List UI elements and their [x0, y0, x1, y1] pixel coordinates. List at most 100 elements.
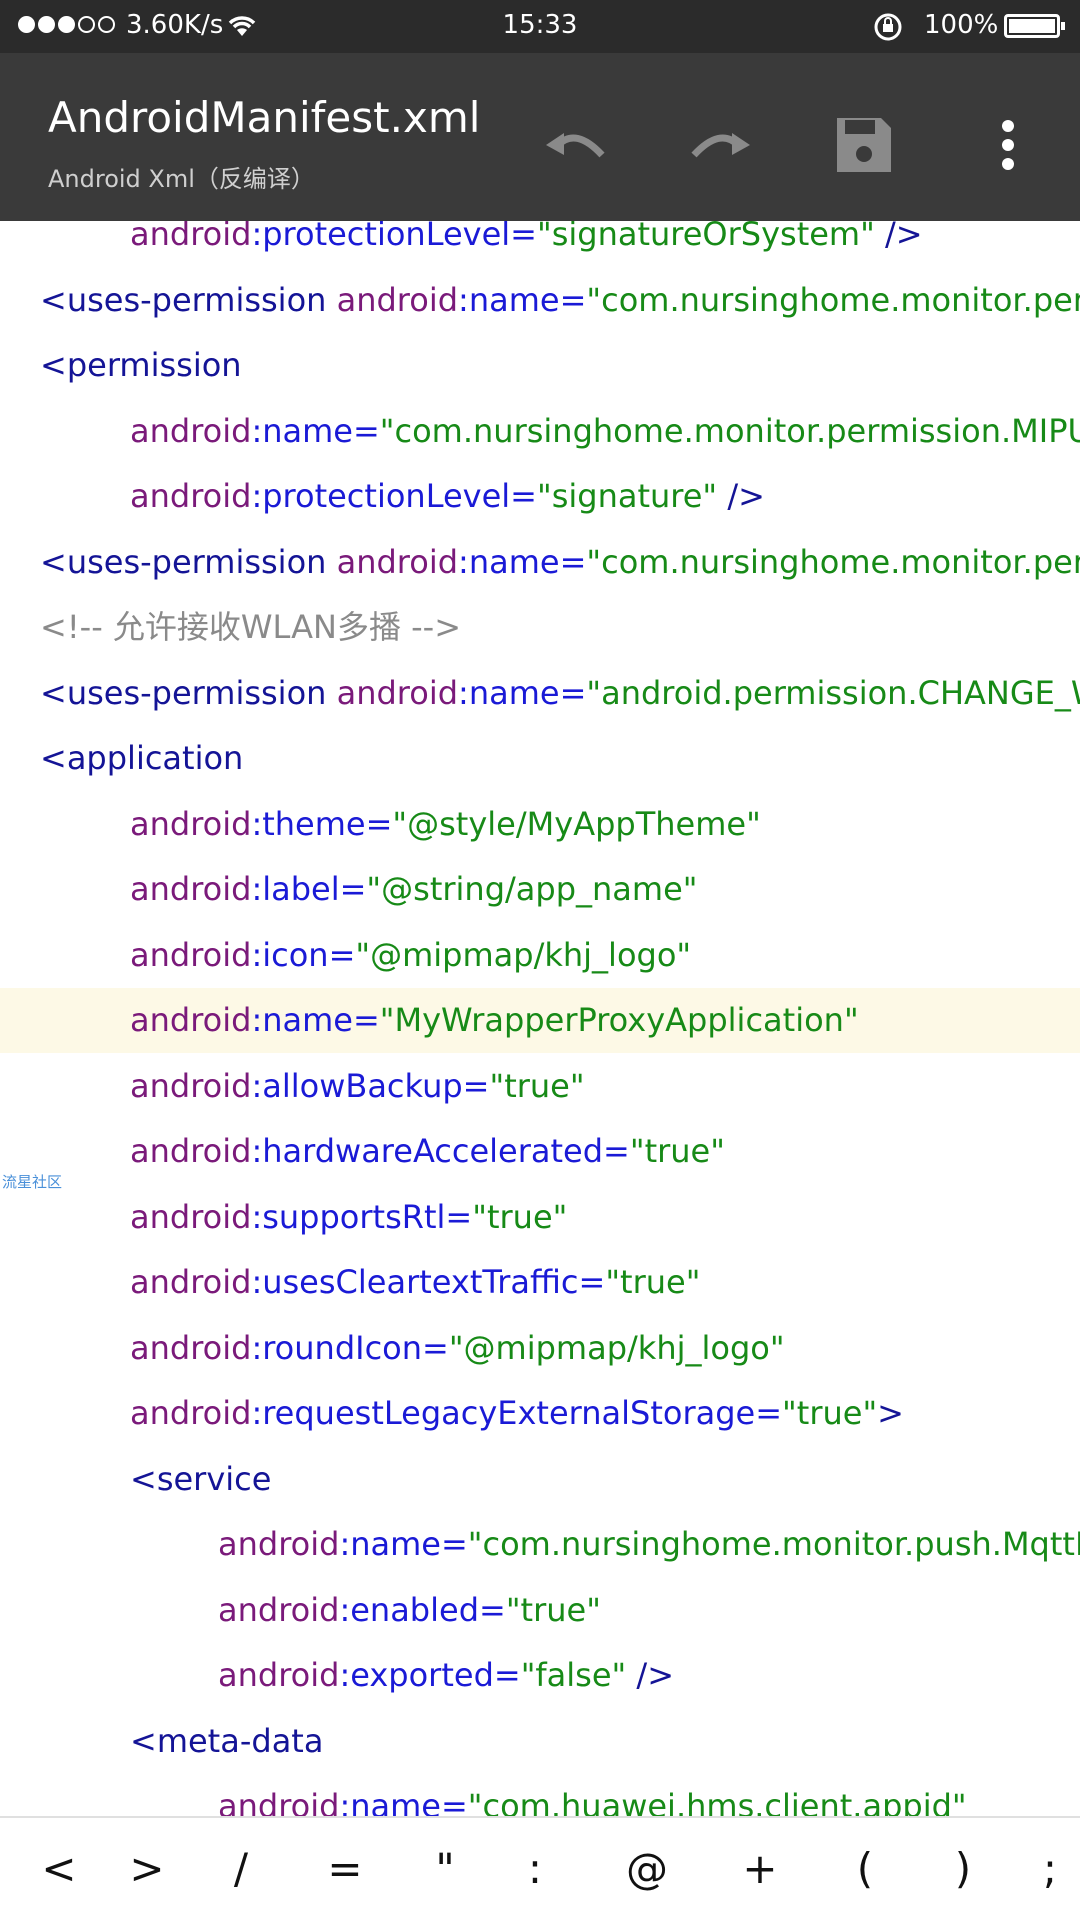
code-line[interactable]: android:name="com.nursinghome.monitor.pu…	[0, 1512, 1080, 1577]
redo-button[interactable]	[680, 105, 760, 185]
code-line[interactable]: android:exported="false" />	[0, 1643, 1080, 1708]
code-token-val: "@style/MyAppTheme"	[392, 804, 761, 843]
code-token-ns: android	[336, 673, 459, 712]
code-token-attr: :supportsRtl=	[251, 1197, 473, 1236]
code-line[interactable]: android:roundIcon="@mipmap/khj_logo"	[0, 1316, 1080, 1381]
symbol-key[interactable]: :	[500, 1836, 570, 1902]
code-token-ns: android	[130, 411, 252, 450]
code-token-val: "android.permission.CHANGE_WIFI_MU	[586, 673, 1080, 712]
code-line[interactable]: android:enabled="true"	[0, 1578, 1080, 1643]
code-token-tag: />	[626, 1656, 675, 1694]
code-token-tag: />	[717, 477, 765, 515]
code-token-tag: <uses-permission	[40, 673, 337, 712]
code-line[interactable]: <permission	[0, 333, 1080, 398]
code-line[interactable]: android:allowBackup="true"	[0, 1054, 1080, 1119]
code-token-ns: android	[130, 870, 252, 908]
app-bar: AndroidManifest.xml Android Xml（反编译）	[0, 53, 1080, 221]
code-token-attr: :usesCleartextTraffic=	[251, 1263, 606, 1301]
symbol-key[interactable]: ;	[1015, 1836, 1080, 1902]
code-token-attr: :exported=	[339, 1656, 521, 1694]
code-token-val: "true"	[489, 1066, 585, 1105]
code-token-attr: :hardwareAccelerated=	[251, 1132, 630, 1170]
symbol-key[interactable]: =	[310, 1836, 380, 1902]
code-line[interactable]: android:protectionLevel="signature" />	[0, 464, 1080, 529]
code-token-attr: :allowBackup=	[251, 1066, 490, 1105]
code-token-attr: :enabled=	[339, 1590, 506, 1629]
more-icon	[1002, 120, 1014, 170]
file-type-subtitle: Android Xml（反编译）	[48, 165, 315, 193]
code-token-ns: android	[130, 1132, 252, 1170]
rotation-lock-icon	[872, 12, 904, 49]
code-line[interactable]: <uses-permission android:name="com.nursi…	[0, 268, 1080, 333]
symbol-key[interactable]: >	[112, 1836, 182, 1902]
code-token-attr: :protectionLevel=	[251, 221, 537, 253]
code-line[interactable]: <application	[0, 726, 1080, 791]
code-token-val: "true"	[605, 1263, 701, 1301]
code-token-attr: :name=	[339, 1787, 468, 1816]
code-line[interactable]: <meta-data	[0, 1709, 1080, 1774]
code-line[interactable]: <service	[0, 1447, 1080, 1512]
code-token-ns: android	[218, 1525, 340, 1563]
code-token-ns: android	[130, 1066, 252, 1105]
code-token-val: "com.nursinghome.monitor.push.MqttPushSe…	[467, 1525, 1080, 1563]
code-line[interactable]: <uses-permission android:name="android.p…	[0, 661, 1080, 726]
code-token-val: "com.nursinghome.monitor.permission.PR	[586, 280, 1080, 319]
clock: 15:33	[502, 10, 578, 40]
code-line[interactable]: android:name="com.huawei.hms.client.appi…	[0, 1774, 1080, 1816]
code-token-attr: :name=	[458, 673, 587, 712]
code-token-val: "com.nursinghome.monitor.permission.M	[586, 542, 1080, 581]
code-token-val: "com.nursinghome.monitor.permission.MIPU…	[379, 411, 1080, 450]
code-token-attr: :roundIcon=	[251, 1328, 449, 1367]
undo-button[interactable]	[536, 105, 616, 185]
code-editor[interactable]: 流星社区 android:protectionLevel="signatureO…	[0, 221, 1080, 1816]
code-token-tag: <meta-data	[130, 1721, 324, 1760]
code-line[interactable]: android:requestLegacyExternalStorage="tr…	[0, 1381, 1080, 1446]
code-line[interactable]: android:name="com.nursinghome.monitor.pe…	[0, 399, 1080, 464]
code-token-ns: android	[130, 1001, 252, 1039]
code-token-tag: <application	[40, 739, 244, 777]
save-button[interactable]	[824, 105, 904, 185]
symbol-key[interactable]: @	[612, 1836, 682, 1902]
code-line[interactable]: android:label="@string/app_name"	[0, 857, 1080, 922]
code-token-val: "true"	[782, 1394, 878, 1432]
more-options-button[interactable]	[968, 105, 1048, 185]
code-token-ns: android	[130, 935, 252, 974]
code-token-ns: android	[218, 1787, 340, 1816]
code-token-ns: android	[218, 1590, 340, 1629]
code-token-tag: <service	[130, 1459, 272, 1498]
code-line[interactable]: android:icon="@mipmap/khj_logo"	[0, 923, 1080, 988]
code-line[interactable]: android:protectionLevel="signatureOrSyst…	[0, 221, 1080, 267]
code-token-val: "@mipmap/khj_logo"	[355, 935, 692, 974]
code-token-ns: android	[130, 1328, 252, 1367]
symbol-key[interactable]: <	[24, 1836, 94, 1902]
code-token-ns: android	[336, 542, 459, 581]
symbol-key[interactable]: (	[830, 1836, 900, 1902]
code-line[interactable]: android:usesCleartextTraffic="true"	[0, 1250, 1080, 1315]
code-line[interactable]: <!-- 允许接收WLAN多播 -->	[0, 595, 1080, 660]
code-token-val: "signatureOrSystem"	[536, 221, 875, 253]
symbol-key[interactable]: )	[928, 1836, 998, 1902]
code-token-ns: android	[218, 1656, 340, 1694]
code-line[interactable]: <uses-permission android:name="com.nursi…	[0, 530, 1080, 595]
code-token-ns: android	[130, 221, 252, 253]
code-token-tag: />	[874, 221, 923, 253]
code-token-val: "true"	[505, 1590, 601, 1629]
symbol-key[interactable]: +	[725, 1836, 795, 1902]
code-line[interactable]: android:supportsRtl="true"	[0, 1185, 1080, 1250]
code-token-comment: <!-- 允许接收WLAN多播 -->	[40, 608, 462, 646]
code-line[interactable]: android:name="MyWrapperProxyApplication"	[0, 988, 1080, 1053]
code-token-ns: android	[130, 1263, 252, 1301]
code-token-val: "false"	[520, 1656, 627, 1694]
code-line[interactable]: android:theme="@style/MyAppTheme"	[0, 792, 1080, 857]
code-line[interactable]: android:hardwareAccelerated="true"	[0, 1119, 1080, 1184]
code-token-val: "true"	[629, 1132, 725, 1170]
battery-percentage: 100%	[924, 10, 999, 40]
code-token-attr: :name=	[339, 1525, 468, 1563]
code-token-ns: android	[130, 477, 252, 515]
symbol-key[interactable]: "	[410, 1836, 480, 1902]
code-token-attr: :name=	[458, 280, 587, 319]
code-token-attr: :theme=	[251, 804, 393, 843]
code-token-attr: :protectionLevel=	[251, 477, 537, 515]
symbol-key[interactable]: /	[206, 1836, 276, 1902]
code-token-attr: :requestLegacyExternalStorage=	[251, 1394, 783, 1432]
